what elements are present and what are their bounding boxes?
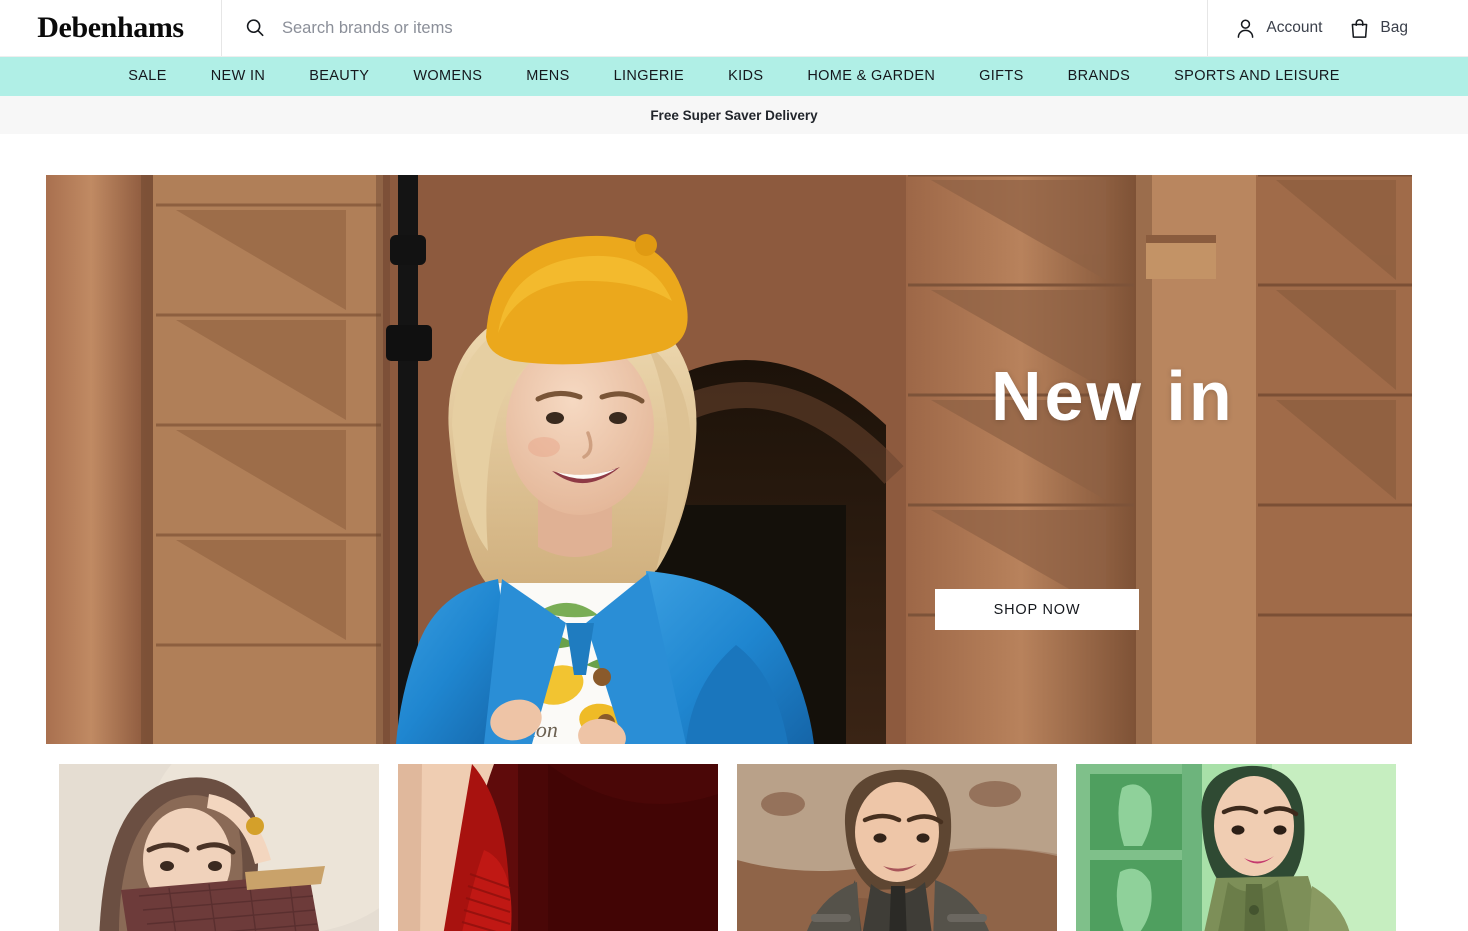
hero-image: Lemon Lemon — [46, 175, 1412, 744]
nav-item-brands[interactable]: BRANDS — [1046, 57, 1153, 96]
tile-image-2 — [398, 764, 718, 931]
nav-item-mens[interactable]: MENS — [504, 57, 591, 96]
shop-now-button[interactable]: SHOP NOW — [935, 589, 1139, 630]
hero-section: Lemon Lemon — [0, 134, 1468, 744]
nav-item-new-in[interactable]: NEW IN — [189, 57, 287, 96]
account-label: Account — [1266, 19, 1323, 36]
nav-item-home-and-garden[interactable]: HOME & GARDEN — [785, 57, 957, 96]
bag-label: Bag — [1380, 19, 1408, 36]
person-icon — [1234, 17, 1257, 40]
nav-item-womens[interactable]: WOMENS — [391, 57, 504, 96]
main-navigation: SALE NEW IN BEAUTY WOMENS MENS LINGERIE … — [0, 57, 1468, 96]
header-actions: Account Bag — [1207, 0, 1468, 56]
tile-handbag[interactable] — [59, 764, 379, 931]
shopping-bag-icon — [1348, 17, 1371, 40]
logo-link[interactable]: Debenhams — [0, 0, 222, 56]
hero-title: New in — [991, 357, 1235, 435]
nav-item-sale[interactable]: SALE — [106, 57, 188, 96]
tile-image-3 — [737, 764, 1057, 931]
nav-item-beauty[interactable]: BEAUTY — [287, 57, 391, 96]
account-button[interactable]: Account — [1234, 17, 1322, 40]
tile-red-knit[interactable] — [398, 764, 718, 931]
site-header: Debenhams Account — [0, 0, 1468, 57]
site-logo: Debenhams — [37, 11, 184, 44]
delivery-banner: Free Super Saver Delivery — [0, 96, 1468, 134]
nav-item-lingerie[interactable]: LINGERIE — [592, 57, 707, 96]
tile-image-1 — [59, 764, 379, 931]
bag-button[interactable]: Bag — [1348, 17, 1408, 40]
delivery-banner-text: Free Super Saver Delivery — [650, 107, 818, 123]
search-input[interactable] — [282, 18, 1208, 38]
tile-image-4 — [1076, 764, 1396, 931]
tile-gilet[interactable] — [737, 764, 1057, 931]
nav-item-sports-and-leisure[interactable]: SPORTS AND LEISURE — [1152, 57, 1362, 96]
category-tiles — [0, 744, 1468, 931]
search-bar[interactable] — [222, 0, 1208, 56]
nav-item-kids[interactable]: KIDS — [706, 57, 785, 96]
search-icon[interactable] — [244, 17, 266, 39]
tile-green-jacket[interactable] — [1076, 764, 1396, 931]
nav-item-gifts[interactable]: GIFTS — [957, 57, 1045, 96]
hero-banner[interactable]: Lemon Lemon — [46, 175, 1412, 744]
